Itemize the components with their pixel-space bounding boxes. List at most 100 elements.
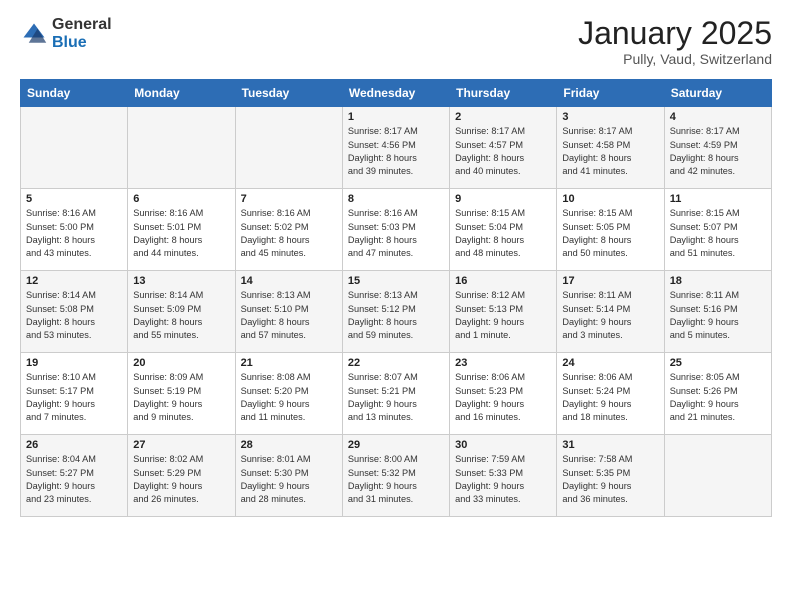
- day-cell: 14Sunrise: 8:13 AMSunset: 5:10 PMDayligh…: [235, 271, 342, 353]
- day-number: 21: [241, 357, 337, 369]
- logo-text: General Blue: [52, 16, 112, 51]
- day-number: 9: [455, 193, 551, 205]
- day-cell: 12Sunrise: 8:14 AMSunset: 5:08 PMDayligh…: [21, 271, 128, 353]
- day-number: 1: [348, 111, 444, 123]
- day-cell: 20 Sunrise: 8:09 AMSunset: 5:19 PMDayligh…: [128, 353, 235, 435]
- day-info: Sunrise: 8:06 AMSunset: 5:23 PMDaylight:…: [455, 371, 551, 424]
- header-row: SundayMondayTuesdayWednesdayThursdayFrid…: [21, 80, 772, 107]
- day-info: Sunrise: 8:05 AMSunset: 5:26 PMDaylight:…: [670, 371, 766, 424]
- day-cell: 4 Sunrise: 8:17 AMSunset: 4:59 PMDaylight…: [664, 107, 771, 189]
- day-number: 7: [241, 193, 337, 205]
- day-number: 25: [670, 357, 766, 369]
- header-cell-saturday: Saturday: [664, 80, 771, 107]
- day-cell: 10Sunrise: 8:15 AMSunset: 5:05 PMDayligh…: [557, 189, 664, 271]
- day-cell: 25 Sunrise: 8:05 AMSunset: 5:26 PMDayligh…: [664, 353, 771, 435]
- day-number: 17: [562, 275, 658, 287]
- day-cell: 16 Sunrise: 8:12 AMSunset: 5:13 PMDayligh…: [450, 271, 557, 353]
- day-number: 4: [670, 111, 766, 123]
- day-number: 26: [26, 439, 122, 451]
- day-number: 30: [455, 439, 551, 451]
- day-number: 3: [562, 111, 658, 123]
- week-row-4: 19 Sunrise: 8:10 AMSunset: 5:17 PMDayligh…: [21, 353, 772, 435]
- day-info: Sunrise: 8:09 AMSunset: 5:19 PMDaylight:…: [133, 371, 229, 424]
- day-number: 12: [26, 275, 122, 287]
- day-number: 22: [348, 357, 444, 369]
- day-cell: 8 Sunrise: 8:16 AMSunset: 5:03 PMDaylight…: [342, 189, 449, 271]
- day-info: Sunrise: 8:11 AMSunset: 5:16 PMDaylight:…: [670, 289, 766, 342]
- logo-blue: Blue: [52, 34, 87, 51]
- day-info: Sunrise: 8:00 AMSunset: 5:32 PMDaylight:…: [348, 453, 444, 506]
- day-info: Sunrise: 8:17 AMSunset: 4:59 PMDaylight:…: [670, 125, 766, 178]
- day-number: 5: [26, 193, 122, 205]
- day-cell: 27 Sunrise: 8:02 AMSunset: 5:29 PMDayligh…: [128, 435, 235, 517]
- day-info: Sunrise: 8:15 AMSunset: 5:05 PMDaylight:…: [562, 207, 658, 260]
- day-info: Sunrise: 8:02 AMSunset: 5:29 PMDaylight:…: [133, 453, 229, 506]
- week-row-3: 12Sunrise: 8:14 AMSunset: 5:08 PMDayligh…: [21, 271, 772, 353]
- day-info: Sunrise: 8:13 AMSunset: 5:12 PMDaylight:…: [348, 289, 444, 342]
- day-number: 2: [455, 111, 551, 123]
- day-cell: 13Sunrise: 8:14 AMSunset: 5:09 PMDayligh…: [128, 271, 235, 353]
- day-cell: 6 Sunrise: 8:16 AMSunset: 5:01 PMDaylight…: [128, 189, 235, 271]
- header-cell-sunday: Sunday: [21, 80, 128, 107]
- day-number: 24: [562, 357, 658, 369]
- day-cell: [128, 107, 235, 189]
- day-info: Sunrise: 8:16 AMSunset: 5:03 PMDaylight:…: [348, 207, 444, 260]
- day-cell: [664, 435, 771, 517]
- day-number: 16: [455, 275, 551, 287]
- day-info: Sunrise: 8:12 AMSunset: 5:13 PMDaylight:…: [455, 289, 551, 342]
- day-cell: 31 Sunrise: 7:58 AMSunset: 5:35 PMDayligh…: [557, 435, 664, 517]
- logo: General Blue: [20, 16, 112, 51]
- day-number: 23: [455, 357, 551, 369]
- page: General Blue January 2025 Pully, Vaud, S…: [0, 0, 792, 537]
- day-info: Sunrise: 8:16 AMSunset: 5:00 PMDaylight:…: [26, 207, 122, 260]
- day-info: Sunrise: 8:10 AMSunset: 5:17 PMDaylight:…: [26, 371, 122, 424]
- day-cell: 23 Sunrise: 8:06 AMSunset: 5:23 PMDayligh…: [450, 353, 557, 435]
- day-info: Sunrise: 7:59 AMSunset: 5:33 PMDaylight:…: [455, 453, 551, 506]
- day-info: Sunrise: 8:08 AMSunset: 5:20 PMDaylight:…: [241, 371, 337, 424]
- day-cell: 18 Sunrise: 8:11 AMSunset: 5:16 PMDayligh…: [664, 271, 771, 353]
- day-cell: 19 Sunrise: 8:10 AMSunset: 5:17 PMDayligh…: [21, 353, 128, 435]
- day-cell: 5 Sunrise: 8:16 AMSunset: 5:00 PMDaylight…: [21, 189, 128, 271]
- day-info: Sunrise: 7:58 AMSunset: 5:35 PMDaylight:…: [562, 453, 658, 506]
- header-cell-tuesday: Tuesday: [235, 80, 342, 107]
- month-title: January 2025: [578, 16, 772, 51]
- day-cell: 26 Sunrise: 8:04 AMSunset: 5:27 PMDayligh…: [21, 435, 128, 517]
- day-cell: 21 Sunrise: 8:08 AMSunset: 5:20 PMDayligh…: [235, 353, 342, 435]
- day-number: 19: [26, 357, 122, 369]
- day-cell: 17Sunrise: 8:11 AMSunset: 5:14 PMDayligh…: [557, 271, 664, 353]
- day-number: 15: [348, 275, 444, 287]
- header-cell-monday: Monday: [128, 80, 235, 107]
- day-cell: 24Sunrise: 8:06 AMSunset: 5:24 PMDayligh…: [557, 353, 664, 435]
- day-cell: 2Sunrise: 8:17 AMSunset: 4:57 PMDaylight…: [450, 107, 557, 189]
- day-cell: 11 Sunrise: 8:15 AMSunset: 5:07 PMDayligh…: [664, 189, 771, 271]
- week-row-2: 5 Sunrise: 8:16 AMSunset: 5:00 PMDaylight…: [21, 189, 772, 271]
- day-cell: 1 Sunrise: 8:17 AMSunset: 4:56 PMDaylight…: [342, 107, 449, 189]
- day-info: Sunrise: 8:07 AMSunset: 5:21 PMDaylight:…: [348, 371, 444, 424]
- day-number: 11: [670, 193, 766, 205]
- day-number: 20: [133, 357, 229, 369]
- day-number: 8: [348, 193, 444, 205]
- week-row-5: 26 Sunrise: 8:04 AMSunset: 5:27 PMDayligh…: [21, 435, 772, 517]
- day-cell: 30 Sunrise: 7:59 AMSunset: 5:33 PMDayligh…: [450, 435, 557, 517]
- day-number: 18: [670, 275, 766, 287]
- day-cell: [21, 107, 128, 189]
- day-cell: [235, 107, 342, 189]
- day-info: Sunrise: 8:16 AMSunset: 5:01 PMDaylight:…: [133, 207, 229, 260]
- day-number: 27: [133, 439, 229, 451]
- day-info: Sunrise: 8:17 AMSunset: 4:56 PMDaylight:…: [348, 125, 444, 178]
- day-cell: 28Sunrise: 8:01 AMSunset: 5:30 PMDayligh…: [235, 435, 342, 517]
- day-info: Sunrise: 8:13 AMSunset: 5:10 PMDaylight:…: [241, 289, 337, 342]
- day-info: Sunrise: 8:15 AMSunset: 5:04 PMDaylight:…: [455, 207, 551, 260]
- day-number: 31: [562, 439, 658, 451]
- header-cell-thursday: Thursday: [450, 80, 557, 107]
- day-cell: 9 Sunrise: 8:15 AMSunset: 5:04 PMDaylight…: [450, 189, 557, 271]
- day-number: 6: [133, 193, 229, 205]
- day-info: Sunrise: 8:14 AMSunset: 5:09 PMDaylight:…: [133, 289, 229, 342]
- day-info: Sunrise: 8:04 AMSunset: 5:27 PMDaylight:…: [26, 453, 122, 506]
- logo-general: General: [52, 16, 112, 33]
- day-info: Sunrise: 8:15 AMSunset: 5:07 PMDaylight:…: [670, 207, 766, 260]
- day-cell: 29Sunrise: 8:00 AMSunset: 5:32 PMDayligh…: [342, 435, 449, 517]
- day-number: 28: [241, 439, 337, 451]
- day-cell: 3Sunrise: 8:17 AMSunset: 4:58 PMDaylight…: [557, 107, 664, 189]
- header: General Blue January 2025 Pully, Vaud, S…: [20, 16, 772, 67]
